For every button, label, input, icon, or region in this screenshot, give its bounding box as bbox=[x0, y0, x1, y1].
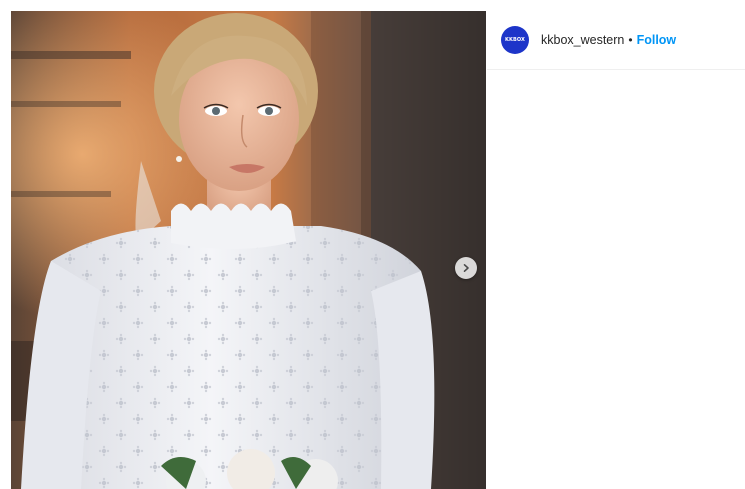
chevron-right-icon bbox=[463, 264, 469, 272]
post-header: KKBOX kkbox_western • Follow bbox=[487, 11, 745, 70]
instagram-embed: KKBOX kkbox_western • Follow bbox=[0, 0, 745, 489]
account-username[interactable]: kkbox_western bbox=[541, 33, 624, 47]
separator-dot: • bbox=[628, 33, 633, 47]
bride-photo-illustration bbox=[11, 11, 486, 489]
avatar-logo-text: KKBOX bbox=[505, 36, 525, 43]
post-photo[interactable] bbox=[11, 11, 486, 489]
account-avatar[interactable]: KKBOX bbox=[501, 26, 529, 54]
next-photo-button[interactable] bbox=[455, 257, 477, 279]
post-sidebar: KKBOX kkbox_western • Follow bbox=[487, 11, 745, 489]
follow-button[interactable]: Follow bbox=[637, 33, 677, 47]
